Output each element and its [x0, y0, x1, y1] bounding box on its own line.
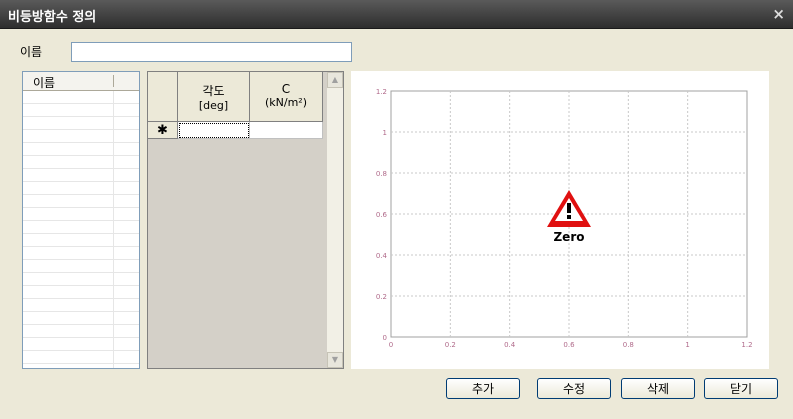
- new-row-marker-icon[interactable]: ✱: [148, 122, 178, 139]
- scroll-up-icon[interactable]: ▲: [327, 72, 343, 88]
- y-tick-label: 0.8: [376, 170, 387, 178]
- edit-button[interactable]: 수정: [537, 378, 611, 399]
- y-tick-label: 1: [383, 129, 387, 137]
- name-label: 이름: [20, 45, 43, 59]
- x-tick-label: 1: [685, 341, 689, 349]
- list-item[interactable]: [23, 195, 139, 208]
- y-tick-label: 0.4: [376, 252, 388, 260]
- x-tick-label: 0.8: [623, 341, 634, 349]
- column-header-angle[interactable]: 각도 [deg]: [178, 72, 250, 122]
- list-item[interactable]: [23, 182, 139, 195]
- column-angle-unit: [deg]: [198, 99, 229, 112]
- name-input[interactable]: [71, 42, 352, 62]
- data-grid[interactable]: 각도 [deg] C (kN/m²) ✱ ▲ ▼: [147, 71, 344, 369]
- list-item[interactable]: [23, 338, 139, 351]
- window-title: 비등방함수 정의: [8, 10, 97, 25]
- y-tick-label: 0: [383, 334, 387, 342]
- list-item[interactable]: [23, 364, 139, 368]
- list-item[interactable]: [23, 143, 139, 156]
- column-c-label: C: [281, 82, 291, 96]
- y-tick-label: 0.6: [376, 211, 388, 219]
- list-item[interactable]: [23, 208, 139, 221]
- close-button[interactable]: 닫기: [704, 378, 778, 399]
- list-item[interactable]: [23, 91, 139, 104]
- close-icon[interactable]: ×: [772, 5, 785, 23]
- list-header-name: 이름: [33, 76, 56, 90]
- column-header-c[interactable]: C (kN/m²): [250, 72, 323, 122]
- list-item[interactable]: [23, 117, 139, 130]
- list-item[interactable]: [23, 260, 139, 273]
- x-tick-label: 0.6: [563, 341, 575, 349]
- chart-svg: 0 0.2 0.4 0.6 0.8 1 1.2 0 0.2 0.4 0.6 0.8 1 1.2 Zero: [376, 88, 753, 349]
- list-item[interactable]: [23, 221, 139, 234]
- y-tick-label: 1.2: [376, 88, 387, 96]
- function-list[interactable]: 이름: [22, 71, 140, 369]
- column-angle-label: 각도: [202, 84, 225, 98]
- list-item[interactable]: [23, 169, 139, 182]
- list-item[interactable]: [23, 312, 139, 325]
- x-tick-label: 1.2: [741, 341, 752, 349]
- list-item[interactable]: [23, 247, 139, 260]
- list-item[interactable]: [23, 325, 139, 338]
- x-tick-label: 0: [389, 341, 393, 349]
- grid-vertical-scrollbar[interactable]: ▲ ▼: [326, 72, 343, 368]
- y-tick-label: 0.2: [376, 293, 387, 301]
- add-button[interactable]: 추가: [446, 378, 520, 399]
- column-separator[interactable]: [113, 75, 114, 87]
- scroll-down-icon[interactable]: ▼: [327, 352, 343, 368]
- warning-icon: [547, 190, 591, 227]
- list-item[interactable]: [23, 130, 139, 143]
- list-item[interactable]: [23, 104, 139, 117]
- list-item[interactable]: [23, 299, 139, 312]
- chart-annotation: Zero: [553, 230, 584, 244]
- list-item[interactable]: [23, 234, 139, 247]
- cell-c-new[interactable]: [250, 122, 323, 139]
- cell-angle-new[interactable]: [178, 122, 250, 139]
- list-item[interactable]: [23, 273, 139, 286]
- x-tick-label: 0.2: [445, 341, 456, 349]
- list-header[interactable]: 이름: [23, 72, 139, 91]
- column-c-unit: (kN/m²): [264, 96, 307, 109]
- grid-corner: [148, 72, 178, 122]
- list-item[interactable]: [23, 286, 139, 299]
- list-item[interactable]: [23, 156, 139, 169]
- x-tick-label: 0.4: [504, 341, 516, 349]
- list-item[interactable]: [23, 351, 139, 364]
- title-bar: 비등방함수 정의 ×: [0, 0, 793, 29]
- delete-button[interactable]: 삭제: [621, 378, 695, 399]
- chart-panel: 0 0.2 0.4 0.6 0.8 1 1.2 0 0.2 0.4 0.6 0.8 1 1.2 Zero: [351, 71, 769, 369]
